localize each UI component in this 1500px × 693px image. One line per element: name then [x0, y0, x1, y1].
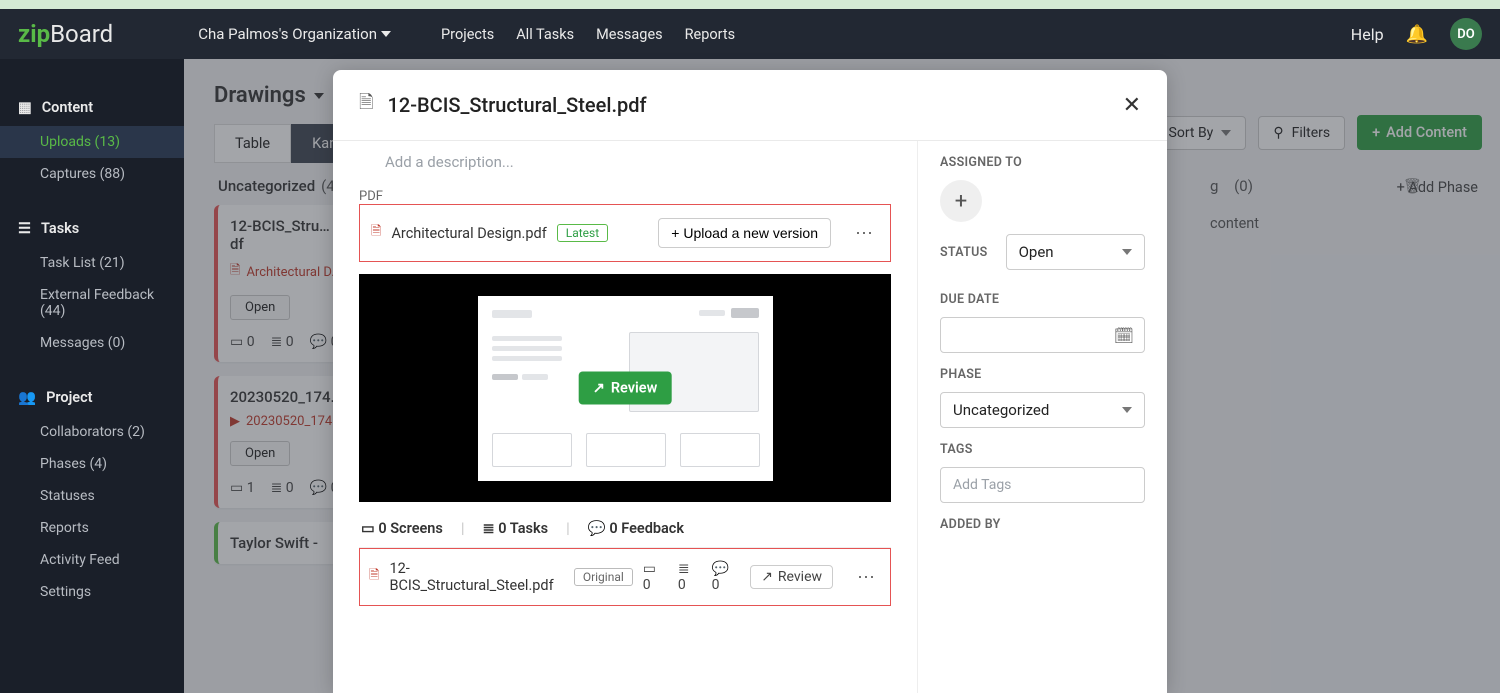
sidebar-item-activity-feed[interactable]: Activity Feed — [0, 544, 184, 576]
content-icon: ▦ — [18, 99, 32, 116]
screens-stat[interactable]: ▭ 0 Screens — [361, 520, 443, 537]
sidebar-section-label: Content — [42, 99, 93, 116]
calendar-icon: 🗓 — [1114, 326, 1134, 345]
sidebar-section-content[interactable]: ▦ Content — [0, 89, 184, 126]
sidebar-item-settings[interactable]: Settings — [0, 576, 184, 608]
due-date-input[interactable]: 🗓 — [940, 317, 1145, 353]
sidebar-section-label: Project — [46, 389, 92, 406]
help-link[interactable]: Help — [1351, 25, 1384, 44]
content-detail-modal: 🗎 12-BCIS_Structural_Steel.pdf ✕ Add a d… — [333, 70, 1167, 693]
review-label: Review — [611, 380, 657, 397]
review-button[interactable]: ↗ Review — [579, 372, 672, 405]
sidebar-section-project[interactable]: 👥 Project — [0, 379, 184, 416]
close-icon[interactable]: ✕ — [1123, 93, 1141, 118]
org-name: Cha Palmos's Organization — [198, 25, 377, 43]
sidebar-item-phases[interactable]: Phases (4) — [0, 448, 184, 480]
nav-all-tasks[interactable]: All Tasks — [516, 26, 574, 43]
more-options-icon[interactable]: ⋯ — [849, 223, 879, 244]
add-assignee-button[interactable]: + — [940, 180, 982, 222]
top-nav: Projects All Tasks Messages Reports — [441, 26, 735, 43]
modal-title: 12-BCIS_Structural_Steel.pdf — [387, 93, 646, 117]
external-link-icon: ↗ — [593, 380, 605, 397]
logo-zip: zip — [18, 20, 50, 48]
sidebar-item-statuses[interactable]: Statuses — [0, 480, 184, 512]
avatar[interactable]: DO — [1450, 18, 1482, 50]
phase-label: PHASE — [940, 367, 1145, 382]
review-label: Review — [778, 569, 822, 585]
original-badge: Original — [574, 568, 633, 586]
sidebar-section-tasks[interactable]: ☰ Tasks — [0, 210, 184, 247]
pdf-icon: 🗎 — [371, 222, 381, 244]
tags-label: TAGS — [940, 442, 1145, 457]
pdf-preview: ↗ Review — [359, 274, 891, 502]
nav-reports[interactable]: Reports — [685, 26, 736, 43]
feedback-count: 💬 0 — [712, 561, 737, 593]
sidebar-item-reports[interactable]: Reports — [0, 512, 184, 544]
tasks-count: ≣ 0 — [678, 561, 698, 593]
file-version-row-original: 🗎 12-BCIS_Structural_Steel.pdf Original … — [360, 549, 890, 605]
tags-input[interactable]: Add Tags — [940, 467, 1145, 503]
file-name[interactable]: 12-BCIS_Structural_Steel.pdf — [389, 560, 563, 594]
sidebar-item-captures[interactable]: Captures (88) — [0, 158, 184, 190]
chevron-down-icon — [381, 31, 391, 37]
sidebar-item-external-feedback[interactable]: External Feedback (44) — [0, 279, 184, 327]
phase-select[interactable]: Uncategorized — [940, 392, 1145, 428]
logo[interactable]: zipBoard — [18, 20, 113, 48]
feedback-stat[interactable]: 💬 0 Feedback — [588, 520, 684, 537]
more-options-icon[interactable]: ⋯ — [851, 567, 881, 588]
file-version-row-latest: 🗎 Architectural Design.pdf Latest + Uplo… — [362, 207, 888, 259]
phase-value: Uncategorized — [953, 401, 1049, 419]
org-switcher[interactable]: Cha Palmos's Organization — [198, 25, 391, 43]
sidebar: ▦ Content Uploads (13) Captures (88) ☰ T… — [0, 59, 184, 693]
nav-projects[interactable]: Projects — [441, 26, 494, 43]
file-stats-bar: ▭ 0 Screens | ≣ 0 Tasks | 💬 0 Feedback — [359, 512, 891, 548]
tasks-icon: ☰ — [18, 220, 31, 237]
sidebar-item-uploads[interactable]: Uploads (13) — [0, 126, 184, 158]
pdf-icon: 🗎 — [369, 566, 379, 588]
file-row-stats: ▭ 0 ≣ 0 💬 0 ↗ Review — [643, 561, 833, 593]
project-icon: 👥 — [18, 389, 36, 406]
bell-icon[interactable]: 🔔 — [1406, 24, 1428, 45]
file-name[interactable]: Architectural Design.pdf — [391, 225, 546, 242]
modal-main: Add a description... PDF 🗎 Architectural… — [333, 141, 917, 693]
top-bar: zipBoard Cha Palmos's Organization Proje… — [0, 9, 1500, 59]
chevron-down-icon — [1122, 249, 1132, 255]
latest-badge: Latest — [557, 224, 608, 242]
pdf-section-label: PDF — [359, 189, 891, 204]
status-label: STATUS — [940, 245, 988, 260]
sidebar-item-messages[interactable]: Messages (0) — [0, 327, 184, 359]
assigned-to-label: ASSIGNED TO — [940, 155, 1145, 170]
external-link-icon: ↗ — [761, 569, 773, 585]
screens-count: ▭ 0 — [643, 561, 664, 593]
logo-board: Board — [50, 20, 113, 48]
upload-new-version-button[interactable]: + Upload a new version — [658, 218, 831, 248]
nav-messages[interactable]: Messages — [596, 26, 663, 43]
review-button-outline[interactable]: ↗ Review — [750, 565, 833, 589]
preview-document: ↗ Review — [478, 296, 773, 481]
tasks-stat[interactable]: ≣ 0 Tasks — [483, 520, 549, 537]
sidebar-item-collaborators[interactable]: Collaborators (2) — [0, 416, 184, 448]
due-date-label: DUE DATE — [940, 292, 1145, 307]
plus-icon: + — [671, 225, 683, 241]
modal-header: 🗎 12-BCIS_Structural_Steel.pdf ✕ — [333, 70, 1167, 141]
sidebar-section-label: Tasks — [41, 220, 79, 237]
description-input[interactable]: Add a description... — [359, 151, 891, 189]
added-by-label: ADDED BY — [940, 517, 1145, 532]
modal-sidebar: ASSIGNED TO + STATUS Open DUE DATE 🗓 PHA… — [917, 141, 1167, 693]
file-icon: 🗎 — [359, 90, 373, 120]
chevron-down-icon — [1122, 407, 1132, 413]
sidebar-item-tasklist[interactable]: Task List (21) — [0, 247, 184, 279]
status-select[interactable]: Open — [1006, 234, 1145, 270]
top-right: Help 🔔 DO — [1351, 18, 1482, 50]
status-value: Open — [1019, 243, 1054, 261]
